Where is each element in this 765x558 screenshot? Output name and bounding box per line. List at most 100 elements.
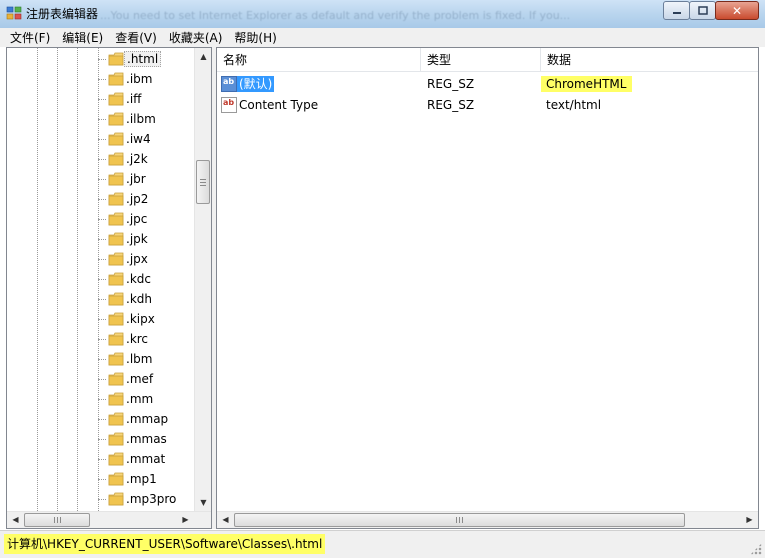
tree-item[interactable]: .mp3pro: [7, 489, 193, 509]
folder-icon: [108, 472, 124, 486]
folder-icon: [108, 72, 124, 86]
maximize-button[interactable]: [689, 1, 716, 20]
scroll-right-arrow-icon[interactable]: ▶: [177, 512, 194, 528]
maximize-icon: [697, 6, 708, 15]
tree-item[interactable]: .html: [7, 49, 193, 69]
value-name: (默认): [237, 76, 275, 92]
scroll-up-arrow-icon[interactable]: ▲: [195, 48, 211, 65]
folder-icon: [108, 92, 124, 106]
tree-vertical-scrollbar[interactable]: ▲ ▼: [194, 48, 211, 511]
tree-item[interactable]: .iw4: [7, 129, 193, 149]
menu-file[interactable]: 文件(F): [0, 29, 55, 46]
tree-item[interactable]: .mmap: [7, 409, 193, 429]
tree-item-label: .mef: [126, 372, 154, 386]
tree-item-label: .krc: [126, 332, 149, 346]
tree-item[interactable]: .mef: [7, 369, 193, 389]
value-row-default[interactable]: ab (默认) REG_SZ ChromeHTML: [217, 74, 758, 94]
menu-bar: 文件(F) 编辑(E) 查看(V) 收藏夹(A) 帮助(H): [0, 28, 765, 47]
tree-item[interactable]: .mmat: [7, 449, 193, 469]
menu-help[interactable]: 帮助(H): [227, 29, 281, 46]
value-data: ChromeHTML: [541, 76, 633, 92]
column-header-data[interactable]: 数据: [541, 48, 758, 72]
tree-horizontal-scrollbar[interactable]: ◀ ▶: [7, 511, 211, 528]
folder-icon: [108, 452, 124, 466]
background-ghost-text: ...You need to set Internet Explorer as …: [100, 9, 571, 22]
close-icon: ✕: [731, 3, 743, 18]
tree-item[interactable]: .mp1: [7, 469, 193, 489]
tree-vertical-scroll-thumb[interactable]: [196, 160, 210, 204]
value-type: REG_SZ: [427, 77, 475, 91]
tree-item-label: .iff: [126, 92, 142, 106]
tree-item-label: .j2k: [126, 152, 148, 166]
minimize-button[interactable]: [663, 1, 690, 20]
tree-item[interactable]: .jpk: [7, 229, 193, 249]
tree-item[interactable]: .jbr: [7, 169, 193, 189]
folder-icon: [108, 332, 124, 346]
status-key-path: 计算机\HKEY_CURRENT_USER\Software\Classes\.…: [4, 534, 326, 554]
scroll-left-arrow-icon[interactable]: ◀: [7, 512, 24, 528]
tree-item[interactable]: .j2k: [7, 149, 193, 169]
tree-connector: [98, 439, 106, 440]
scroll-left-arrow-icon[interactable]: ◀: [217, 512, 234, 528]
tree-item[interactable]: .jp2: [7, 189, 193, 209]
menu-view[interactable]: 查看(V): [108, 29, 162, 46]
tree-item-label: .jbr: [126, 172, 146, 186]
tree-item[interactable]: .jpc: [7, 209, 193, 229]
tree-item-label: .kipx: [126, 312, 155, 326]
tree-item[interactable]: .kdh: [7, 289, 193, 309]
tree-item[interactable]: .ibm: [7, 69, 193, 89]
folder-icon: [108, 292, 124, 306]
string-value-icon: ab: [221, 97, 237, 113]
key-tree-pane[interactable]: .html .ibm .iff .ilbm .iw4 .j2k .jbr .jp2 .jpc .j…: [6, 47, 212, 529]
tree-connector: [98, 459, 106, 460]
column-header-type[interactable]: 类型: [421, 48, 541, 72]
tree-item-label: .kdh: [126, 292, 152, 306]
folder-icon: [108, 252, 124, 266]
tree-connector: [98, 219, 106, 220]
folder-icon: [108, 112, 124, 126]
tree-item-label: .mp3pro: [126, 492, 177, 506]
value-row-content-type[interactable]: ab Content Type REG_SZ text/html: [217, 95, 758, 115]
folder-icon: [108, 312, 124, 326]
tree-item[interactable]: .jpx: [7, 249, 193, 269]
minimize-icon: [672, 11, 681, 14]
column-header-name[interactable]: 名称: [217, 48, 421, 72]
tree-horizontal-scroll-thumb[interactable]: [24, 513, 90, 527]
folder-icon: [108, 192, 124, 206]
scroll-right-arrow-icon[interactable]: ▶: [741, 512, 758, 528]
tree-item-label: .jp2: [126, 192, 149, 206]
scroll-down-arrow-icon[interactable]: ▼: [195, 494, 211, 511]
tree-item-label: .mmas: [126, 432, 167, 446]
resize-grip-icon[interactable]: [750, 543, 762, 555]
values-list-pane[interactable]: 名称 类型 数据 ab (默认) REG_SZ ChromeHTML ab Co…: [216, 47, 759, 529]
folder-icon: [108, 232, 124, 246]
tree-item[interactable]: .lbm: [7, 349, 193, 369]
tree-item[interactable]: .mmas: [7, 429, 193, 449]
tree-connector: [98, 399, 106, 400]
menu-edit[interactable]: 编辑(E): [55, 29, 108, 46]
tree-connector: [98, 139, 106, 140]
tree-item[interactable]: .iff: [7, 89, 193, 109]
tree-item[interactable]: .mm: [7, 389, 193, 409]
tree-item-label: .html: [124, 51, 162, 67]
folder-icon: [108, 492, 124, 506]
regedit-icon: [6, 6, 22, 20]
tree-connector: [98, 359, 106, 360]
list-horizontal-scrollbar[interactable]: ◀ ▶: [217, 511, 758, 528]
close-button[interactable]: ✕: [715, 1, 759, 20]
folder-icon: [108, 52, 124, 66]
window-title: 注册表编辑器: [26, 7, 99, 21]
tree-item[interactable]: .kdc: [7, 269, 193, 289]
tree-item-label: .ibm: [126, 72, 153, 86]
tree-item-label: .jpk: [126, 232, 148, 246]
list-horizontal-scroll-thumb[interactable]: [234, 513, 685, 527]
tree-item[interactable]: .krc: [7, 329, 193, 349]
tree-item-label: .mmat: [126, 452, 166, 466]
window-controls: ✕: [663, 1, 759, 20]
tree-connector: [98, 59, 106, 60]
tree-connector: [98, 319, 106, 320]
tree-item-label: .kdc: [126, 272, 151, 286]
tree-item[interactable]: .ilbm: [7, 109, 193, 129]
menu-favorites[interactable]: 收藏夹(A): [162, 29, 228, 46]
tree-item[interactable]: .kipx: [7, 309, 193, 329]
